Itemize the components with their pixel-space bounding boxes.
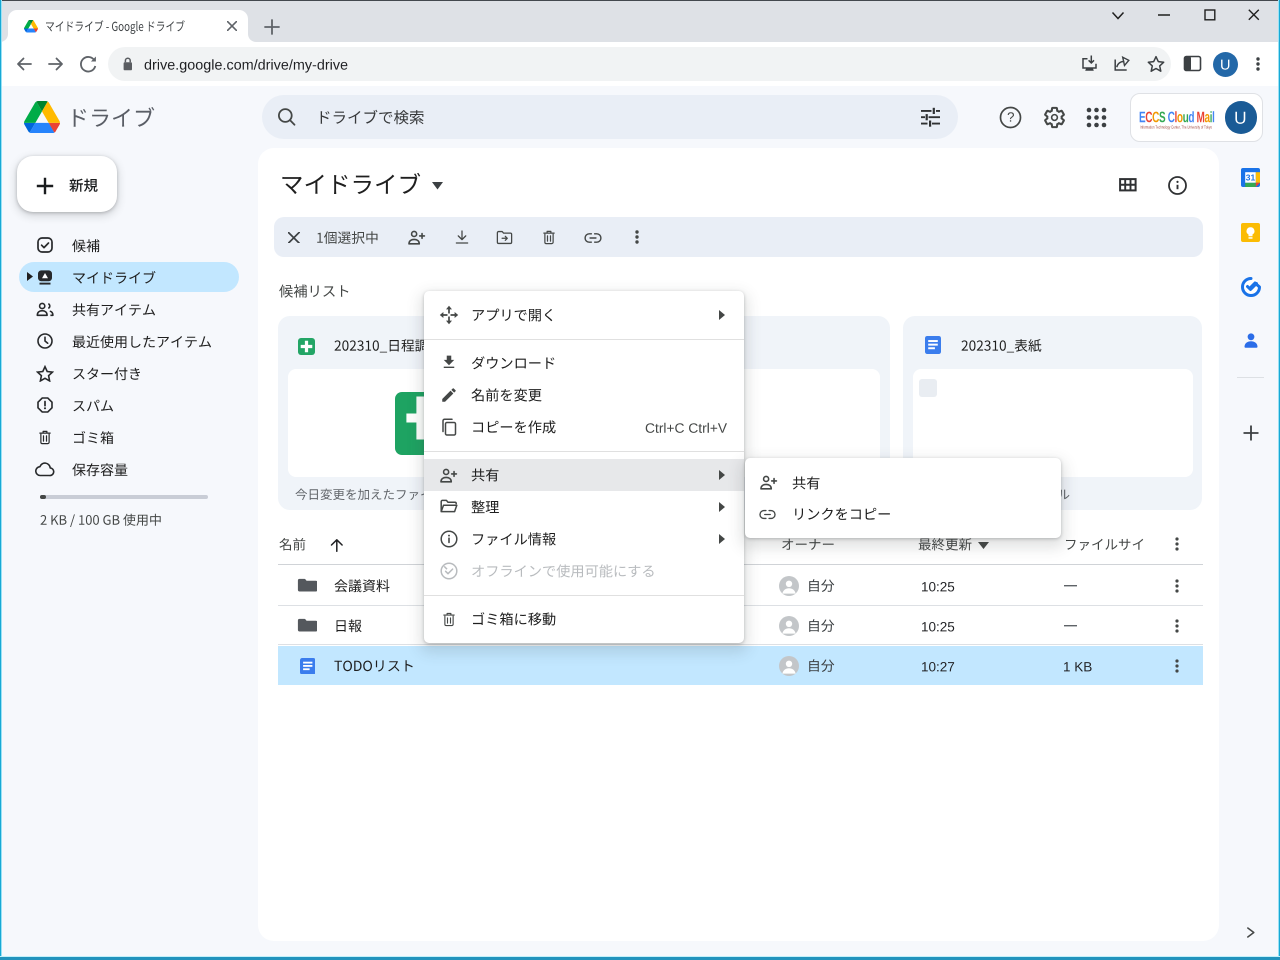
svg-text:31: 31 — [1246, 173, 1256, 183]
